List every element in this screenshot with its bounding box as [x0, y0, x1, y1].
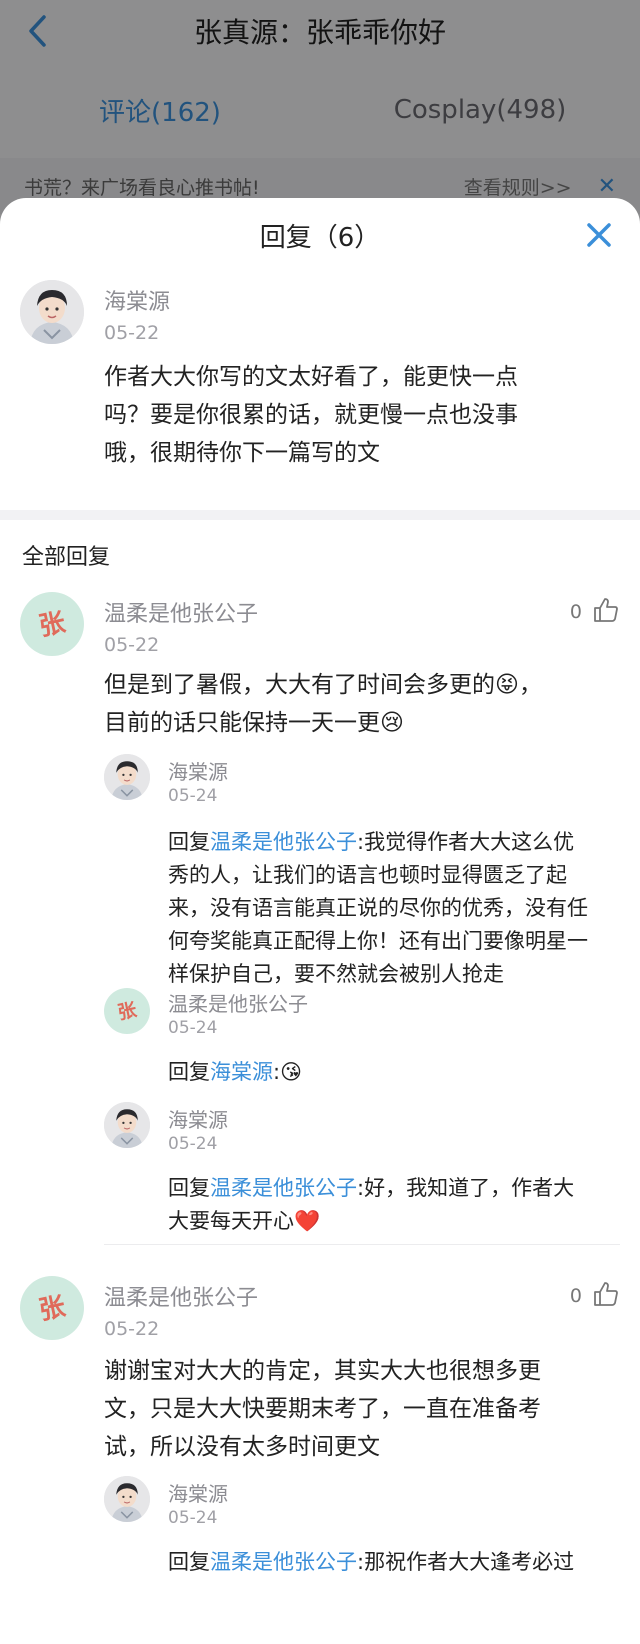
- reply-text: 但是到了暑假，大大有了时间会多更的😝， 目前的话只能保持一天一更😢: [104, 672, 542, 736]
- view-rules-link[interactable]: 查看规则>>: [464, 173, 572, 200]
- like-count: 0: [569, 601, 582, 623]
- sub-reply-username[interactable]: 海棠源: [168, 756, 228, 785]
- sub-reply-username[interactable]: 海棠源: [168, 1478, 228, 1507]
- thumbs-up-icon[interactable]: [592, 1280, 620, 1312]
- reply-username[interactable]: 温柔是他张公子: [104, 596, 258, 628]
- sub-reply-date: 05-24: [168, 1134, 218, 1154]
- sub-reply-text: 回复温柔是他张公子:我觉得作者大大这么优 秀的人，让我们的语言也顿时显得匮乏了起…: [168, 830, 588, 986]
- reply-username[interactable]: 温柔是他张公子: [104, 1280, 258, 1312]
- avatar[interactable]: [104, 754, 150, 800]
- reply-date: 05-22: [104, 634, 160, 656]
- reply-thread: 张 温柔是他张公子 0 05-22 谢谢宝对大大的肯定，其实大大也很想多更 文，…: [0, 1254, 640, 1614]
- reply-sheet: 回复（6） 海棠源 05-22 作者大大你写的文太好看了，能更快一点 吗？要是你…: [0, 198, 640, 1644]
- svg-text:张: 张: [36, 607, 69, 642]
- sheet-title: 回复（6）: [259, 222, 381, 253]
- chevron-left-icon[interactable]: [22, 12, 52, 50]
- comment-text: 作者大大你写的文太好看了，能更快一点 吗？要是你很累的话，就更慢一点也没事 哦，…: [104, 364, 518, 466]
- svg-text:张: 张: [116, 1000, 139, 1024]
- section-divider: [0, 510, 640, 520]
- avatar[interactable]: [104, 1476, 150, 1522]
- reply-target-link[interactable]: 海棠源: [210, 1060, 273, 1084]
- reply-target-link[interactable]: 温柔是他张公子: [210, 1550, 357, 1574]
- all-replies-title: 全部回复: [22, 545, 111, 570]
- reply-thread: 张 温柔是他张公子 0 05-22 但是到了暑假，大大有了时间会多更的😝， 目前…: [0, 590, 640, 1254]
- main-comment: 海棠源 05-22 作者大大你写的文太好看了，能更快一点 吗？要是你很累的话，就…: [0, 272, 640, 510]
- thread-divider: [104, 1244, 620, 1245]
- sheet-header: 回复（6）: [0, 198, 640, 272]
- sub-reply-date: 05-24: [168, 1508, 218, 1528]
- avatar[interactable]: 张: [20, 1276, 84, 1340]
- sub-reply-date: 05-24: [168, 1018, 218, 1038]
- avatar[interactable]: 张: [20, 592, 84, 656]
- like-control[interactable]: 0: [570, 1280, 620, 1312]
- reply-date: 05-22: [104, 1318, 160, 1340]
- tab-comments[interactable]: 评论(162): [0, 92, 320, 129]
- sub-reply-text: 回复温柔是他张公子:好，我知道了，作者大 大要每天开心❤️: [168, 1176, 575, 1233]
- avatar[interactable]: 张: [104, 988, 150, 1034]
- close-icon[interactable]: ✕: [598, 174, 616, 199]
- comment-username[interactable]: 海棠源: [104, 284, 170, 316]
- sub-reply-username[interactable]: 海棠源: [168, 1104, 228, 1133]
- top-bar: 张真源：张乖乖你好: [0, 0, 640, 62]
- sub-reply-username[interactable]: 温柔是他张公子: [168, 988, 308, 1017]
- avatar[interactable]: [20, 280, 84, 344]
- reply-text: 谢谢宝对大大的肯定，其实大大也很想多更 文，只是大大快要期末考了，一直在准备考 …: [104, 1358, 541, 1460]
- avatar[interactable]: [104, 1102, 150, 1148]
- thumbs-up-icon[interactable]: [592, 596, 620, 628]
- sub-reply-text: 回复海棠源:😘: [168, 1060, 302, 1084]
- tab-bar: 评论(162) Cosplay(498): [0, 62, 640, 158]
- reply-target-link[interactable]: 温柔是他张公子: [210, 830, 357, 854]
- close-icon[interactable]: [582, 218, 616, 252]
- comment-date: 05-22: [104, 322, 160, 344]
- reply-target-link[interactable]: 温柔是他张公子: [210, 1176, 357, 1200]
- like-control[interactable]: 0: [570, 596, 620, 628]
- like-count: 0: [569, 1285, 582, 1307]
- svg-text:张: 张: [36, 1291, 69, 1326]
- notice-message[interactable]: 书荒？来广场看良心推书帖!: [24, 173, 464, 200]
- sub-reply-date: 05-24: [168, 786, 218, 806]
- sub-reply-text: 回复温柔是他张公子:那祝作者大大逢考必过: [168, 1550, 575, 1574]
- tab-cosplay[interactable]: Cosplay(498): [320, 95, 640, 125]
- page-title: 张真源：张乖乖你好: [193, 16, 446, 49]
